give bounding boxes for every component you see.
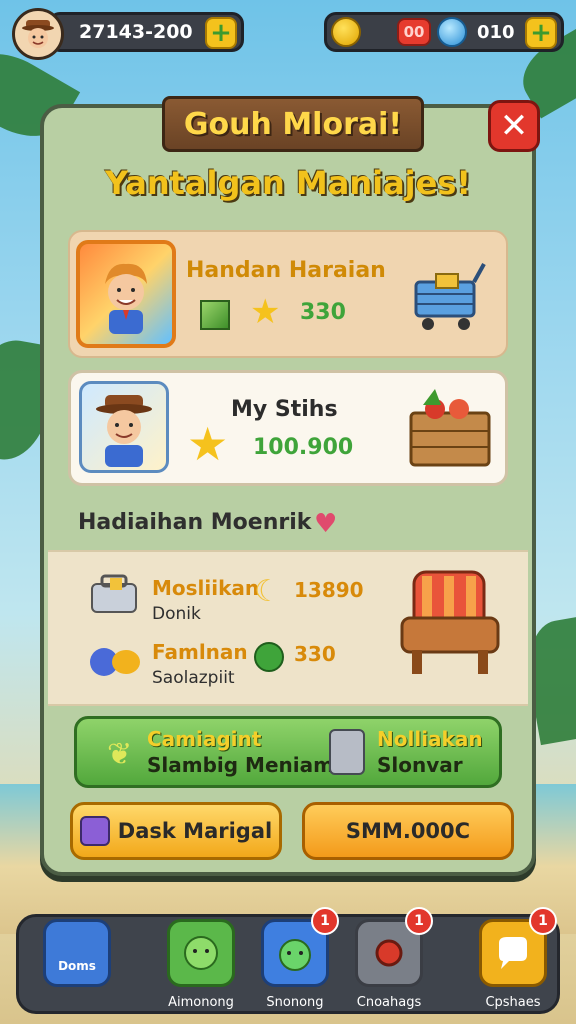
nav-label: Snonong	[266, 995, 324, 1010]
notification-badge: 1	[529, 907, 557, 935]
gold-coin-icon	[331, 17, 361, 47]
pencil-icon	[79, 816, 110, 846]
info-banner[interactable]: ❦ Camiagint Slambig Meniam Nolliakan Slo…	[74, 716, 502, 788]
add-currency-button[interactable]: +	[205, 17, 237, 49]
top-bar: 27143-200 + 00 010 +	[8, 6, 568, 60]
nav-item-settings[interactable]: 1 Cnoahags	[351, 907, 433, 1015]
close-icon: ✕	[499, 106, 529, 146]
home-tile: Doms	[43, 919, 111, 987]
shopping-cart-icon	[406, 252, 492, 338]
plus-icon: +	[530, 18, 552, 48]
resources-display: 00 010 +	[324, 12, 564, 52]
character-portrait	[76, 240, 176, 348]
banana-icon: ☾	[254, 574, 281, 609]
character-portrait	[79, 381, 169, 473]
heart-icon: ♥	[314, 509, 338, 539]
leaf-icon: ❦	[107, 737, 133, 772]
character-card-1[interactable]: Handan Haraian ★ 330	[68, 230, 508, 358]
reward-2-sub: Saolazpiit	[152, 668, 235, 688]
gem-value: 010	[477, 22, 515, 43]
notification-badge: 1	[311, 907, 339, 935]
currency-value: 27143-200	[79, 21, 193, 43]
character-card-2[interactable]: My Stihs ★ 100.900	[68, 370, 508, 486]
plus-icon: +	[210, 18, 232, 48]
add-gems-button[interactable]: +	[525, 17, 557, 49]
currency-display: 27143-200 +	[48, 12, 244, 52]
apple-icon	[254, 642, 284, 672]
left-action-button[interactable]: Dask Marigal	[70, 802, 282, 860]
notification-badge: 1	[405, 907, 433, 935]
cube-icon	[200, 300, 230, 330]
right-action-label: SMM.000C	[345, 819, 471, 843]
machine-icon	[329, 729, 365, 775]
banner-right-title: Nolliakan	[377, 727, 483, 751]
fruit-icon	[88, 640, 144, 680]
reward-1-name: Mosliikan	[152, 576, 260, 600]
star-icon: ★	[250, 292, 281, 332]
crate-icon	[405, 383, 495, 473]
character-icon	[167, 919, 235, 987]
banner-left-sub: Slambig Meniam	[147, 753, 334, 777]
nav-label: Aimonong	[168, 995, 234, 1010]
main-dialog-panel: Gouh Mlorai! ✕ Yantalgan Maniajes! Handa…	[40, 96, 540, 876]
nav-item-chat[interactable]: 1 Cpshaes	[475, 907, 557, 1015]
reward-2-value: 330	[294, 642, 336, 666]
nav-item-characters[interactable]: Aimonong	[163, 919, 239, 1015]
nav-label: Cnoahags	[356, 995, 422, 1010]
card-1-name: Handan Haraian	[186, 258, 386, 283]
bottom-navigation: Doms Aimonong 1 Snonong 1 Cnoahags 1 Cps…	[16, 907, 560, 1015]
toolbox-icon	[88, 572, 140, 616]
nav-label: Cpshaes	[485, 995, 541, 1010]
dialog-title: Gouh Mlorai!	[183, 106, 403, 142]
nav-item-friends[interactable]: 1 Snonong	[257, 907, 339, 1015]
star-icon: ★	[187, 417, 229, 471]
card-2-value: 100.900	[253, 435, 354, 460]
section-label: Hadiaihan Moenrik	[78, 510, 312, 535]
close-button[interactable]: ✕	[488, 100, 540, 152]
nav-item-home[interactable]: Doms	[39, 919, 115, 1015]
reward-1-value: 13890	[294, 578, 364, 602]
nav-home-text: Doms	[58, 959, 96, 973]
dialog-subtitle: Yantalgan Maniajes!	[105, 164, 471, 202]
card-1-value: 330	[300, 300, 346, 325]
reward-2-name: Famlnan	[152, 640, 248, 664]
banner-right-sub: Slonvar	[377, 753, 463, 777]
title-plank: Gouh Mlorai!	[162, 96, 424, 152]
gem-icon	[437, 17, 467, 47]
reward-1-sub: Donik	[152, 604, 201, 624]
banner-left-title: Camiagint	[147, 727, 262, 751]
red-counter-badge: 00	[397, 18, 431, 46]
left-action-label: Dask Marigal	[117, 819, 273, 843]
card-2-name: My Stihs	[231, 397, 338, 422]
rewards-section: Mosliikan Donik ☾ 13890 Famlnan Saolazpi…	[48, 550, 528, 706]
right-action-button[interactable]: SMM.000C	[302, 802, 514, 860]
armchair-icon	[392, 562, 508, 682]
player-avatar[interactable]	[12, 8, 64, 60]
